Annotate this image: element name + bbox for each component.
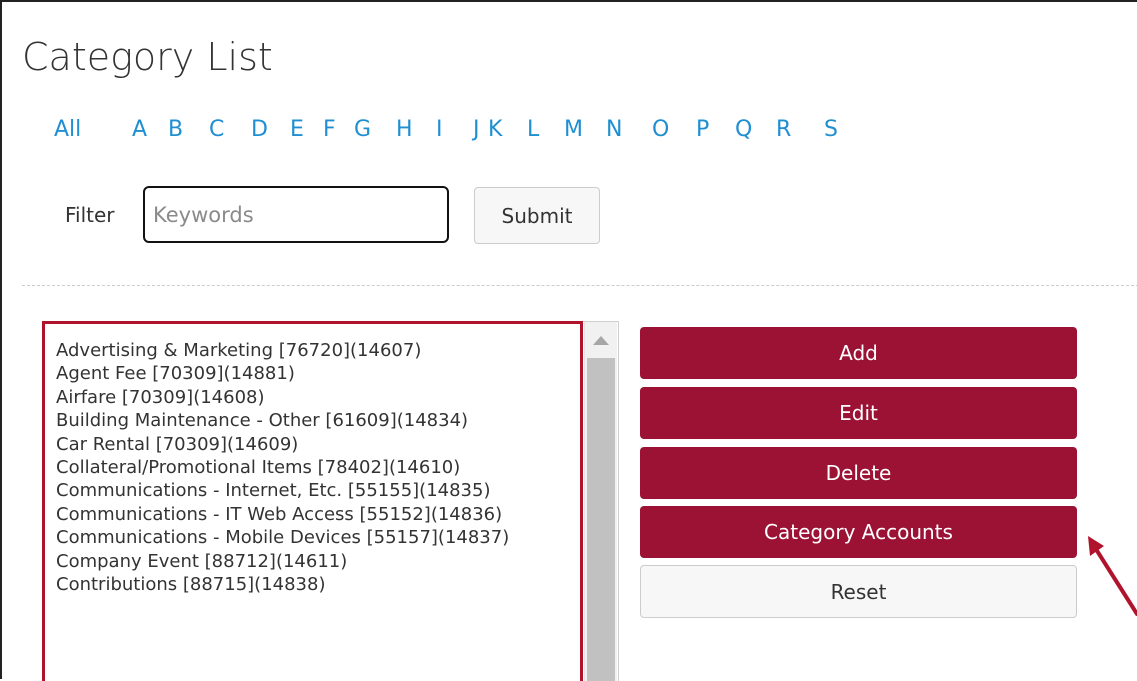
list-item[interactable]: Collateral/Promotional Items [78402](146… (56, 456, 509, 479)
alphabet-link-i[interactable]: I (436, 116, 443, 144)
list-item[interactable]: Airfare [70309](14608) (56, 386, 509, 409)
list-item[interactable]: Advertising & Marketing [76720](14607) (56, 339, 509, 362)
submit-button[interactable]: Submit (474, 187, 600, 244)
alphabet-link-h[interactable]: H (396, 116, 413, 144)
reset-button[interactable]: Reset (640, 565, 1077, 618)
alphabet-link-l[interactable]: L (527, 116, 539, 144)
list-item[interactable]: Car Rental [70309](14609) (56, 433, 509, 456)
alphabet-link-o[interactable]: O (652, 116, 669, 144)
category-list-scrollbar[interactable] (584, 322, 617, 681)
alphabet-link-f[interactable]: F (323, 116, 336, 144)
delete-button[interactable]: Delete (640, 447, 1077, 499)
alphabet-link-j[interactable]: J (473, 116, 480, 144)
category-list: Advertising & Marketing [76720](14607) Ag… (56, 339, 509, 596)
alphabet-link-b[interactable]: B (168, 116, 183, 144)
alphabet-link-k[interactable]: K (488, 116, 502, 144)
list-item[interactable]: Communications - IT Web Access [55152](1… (56, 503, 509, 526)
alphabet-link-n[interactable]: N (606, 116, 622, 144)
add-button[interactable]: Add (640, 327, 1077, 379)
page-title: Category List (22, 35, 273, 79)
list-item[interactable]: Communications - Mobile Devices [55157](… (56, 526, 509, 549)
alphabet-link-c[interactable]: C (209, 116, 224, 144)
alphabet-link-m[interactable]: M (564, 116, 583, 144)
alphabet-link-e[interactable]: E (290, 116, 304, 144)
alphabet-link-q[interactable]: Q (735, 116, 752, 144)
alphabet-link-all[interactable]: All (54, 116, 81, 144)
section-divider (22, 285, 1137, 286)
annotation-arrow-icon (1088, 536, 1137, 616)
app-frame: Category List All A B C D E F G H I J K L M N O P Q R S Fil… (0, 0, 1137, 681)
filter-label: Filter (65, 203, 115, 227)
category-accounts-button[interactable]: Category Accounts (640, 506, 1077, 558)
list-item[interactable]: Building Maintenance - Other [61609](148… (56, 409, 509, 432)
alphabet-link-r[interactable]: R (776, 116, 791, 144)
alphabet-link-s[interactable]: S (824, 116, 838, 144)
alphabet-link-a[interactable]: A (132, 116, 147, 144)
category-listbox[interactable]: Advertising & Marketing [76720](14607) Ag… (42, 321, 619, 681)
alphabet-link-p[interactable]: P (696, 116, 709, 144)
keyword-input[interactable] (143, 186, 449, 243)
alphabet-filter-bar: All A B C D E F G H I J K L M N O P Q R S (2, 116, 1137, 152)
list-item[interactable]: Contributions [88715](14838) (56, 573, 509, 596)
list-item[interactable]: Company Event [88712](14611) (56, 550, 509, 573)
alphabet-link-g[interactable]: G (354, 116, 371, 144)
edit-button[interactable]: Edit (640, 387, 1077, 439)
list-item[interactable]: Communications - Internet, Etc. [55155](… (56, 479, 509, 502)
list-item[interactable]: Agent Fee [70309](14881) (56, 362, 509, 385)
alphabet-link-d[interactable]: D (251, 116, 268, 144)
scroll-up-arrow-icon[interactable] (593, 336, 609, 345)
scrollbar-thumb[interactable] (587, 358, 615, 681)
